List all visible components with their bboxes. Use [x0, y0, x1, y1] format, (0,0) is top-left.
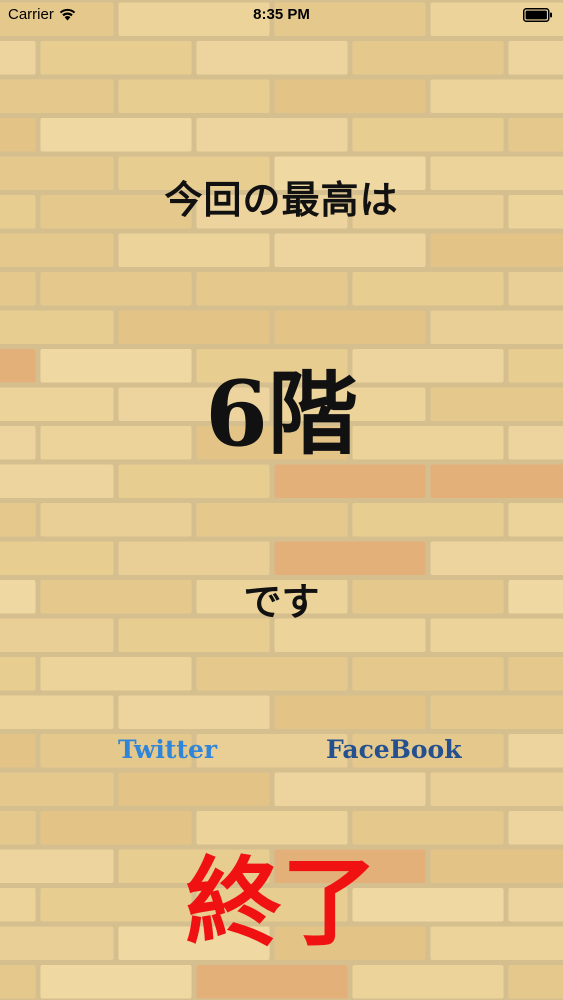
best-floor-value: 6階	[205, 361, 358, 467]
best-record-suffix: です	[243, 579, 320, 624]
finish-button[interactable]: 終了	[0, 838, 563, 968]
status-bar: Carrier 8:35 PM	[0, 0, 563, 30]
facebook-share-button[interactable]: FaceBook	[326, 730, 462, 770]
game-over-screen: Carrier 8:35 PM 今回の最高は 6階 です Twitter Fac…	[0, 0, 563, 1000]
twitter-share-button[interactable]: Twitter	[118, 730, 217, 770]
best-record-heading: 今回の最高は	[164, 177, 399, 222]
battery-icon	[523, 8, 553, 22]
status-time: 8:35 PM	[253, 6, 310, 23]
